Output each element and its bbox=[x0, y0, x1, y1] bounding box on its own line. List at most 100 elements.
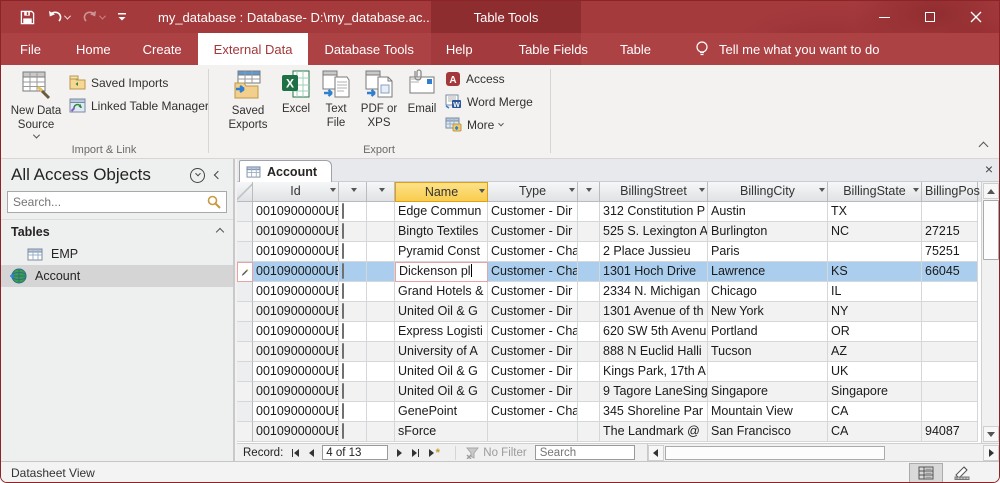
cell-blank1[interactable] bbox=[367, 222, 395, 242]
table-row[interactable]: 0010900000UB: United Oil & G Customer - … bbox=[237, 362, 981, 382]
cell-checkbox[interactable] bbox=[339, 242, 367, 262]
row-selector[interactable] bbox=[237, 322, 253, 342]
table-row[interactable]: 0010900000UB: Edge Commun Customer - Dir… bbox=[237, 202, 981, 222]
cell-billingcity[interactable]: Singapore bbox=[708, 382, 828, 402]
cell-name[interactable]: United Oil & G bbox=[395, 362, 488, 382]
cell-blank1[interactable] bbox=[367, 242, 395, 262]
scroll-left-button[interactable] bbox=[647, 444, 664, 461]
column-header-blank1[interactable] bbox=[367, 182, 395, 202]
cell-blank1[interactable] bbox=[367, 402, 395, 422]
tell-me-box[interactable]: Tell me what you want to do bbox=[695, 33, 879, 65]
cell-billingcity[interactable]: Burlington bbox=[708, 222, 828, 242]
vertical-scrollbar[interactable] bbox=[981, 182, 999, 443]
new-record-button[interactable]: * bbox=[423, 446, 445, 460]
nav-pane-menu-button[interactable] bbox=[190, 167, 205, 183]
cell-name[interactable]: Grand Hotels & bbox=[395, 282, 488, 302]
cell-checkbox[interactable] bbox=[339, 262, 367, 282]
cell-name[interactable]: sForce bbox=[395, 422, 488, 442]
row-selector[interactable] bbox=[237, 342, 253, 362]
cell-billingstreet[interactable]: 2 Place Jussieu bbox=[600, 242, 708, 262]
cell-id[interactable]: 0010900000UB: bbox=[253, 222, 339, 242]
row-selector[interactable] bbox=[237, 302, 253, 322]
table-row[interactable]: 0010900000UB: Dickenson pl Customer - Ch… bbox=[237, 262, 981, 282]
table-row[interactable]: 0010900000UB: United Oil & G Customer - … bbox=[237, 302, 981, 322]
column-header-type[interactable]: Type bbox=[488, 182, 578, 202]
first-record-button[interactable] bbox=[287, 446, 303, 460]
cell-id[interactable]: 0010900000UB: bbox=[253, 342, 339, 362]
cell-blank2[interactable] bbox=[578, 362, 600, 382]
horizontal-scroll-thumb[interactable] bbox=[664, 445, 885, 460]
more-export-button[interactable]: More bbox=[445, 117, 505, 132]
cell-blank2[interactable] bbox=[578, 222, 600, 242]
table-row[interactable]: 0010900000UB: Grand Hotels & Customer - … bbox=[237, 282, 981, 302]
cell-blank1[interactable] bbox=[367, 362, 395, 382]
close-button[interactable] bbox=[953, 1, 999, 33]
cell-billingcity[interactable] bbox=[708, 362, 828, 382]
cell-billingcity[interactable]: Tucson bbox=[708, 342, 828, 362]
cell-name[interactable]: University of A bbox=[395, 342, 488, 362]
cell-billingpostal[interactable] bbox=[922, 282, 978, 302]
cell-blank1[interactable] bbox=[367, 282, 395, 302]
shutter-bar-close-button[interactable] bbox=[213, 170, 223, 180]
cell-checkbox[interactable] bbox=[339, 422, 367, 442]
tab-database-tools[interactable]: Database Tools bbox=[308, 33, 429, 65]
cell-blank1[interactable] bbox=[367, 422, 395, 442]
cell-type[interactable]: Customer - Dir bbox=[488, 362, 578, 382]
cell-type[interactable]: Customer - Dir bbox=[488, 342, 578, 362]
table-row[interactable]: 0010900000UB: Bingto Textiles Customer -… bbox=[237, 222, 981, 242]
cell-billingstreet[interactable]: 620 SW 5th Avenu bbox=[600, 322, 708, 342]
cell-billingcity[interactable]: New York bbox=[708, 302, 828, 322]
tab-table-fields[interactable]: Table Fields bbox=[503, 33, 604, 65]
column-header-id[interactable]: Id bbox=[253, 182, 339, 202]
tab-table[interactable]: Table bbox=[604, 33, 667, 65]
cell-blank2[interactable] bbox=[578, 262, 600, 282]
cell-billingstreet[interactable]: 1301 Hoch Drive bbox=[600, 262, 708, 282]
cell-billingcity[interactable]: Portland bbox=[708, 322, 828, 342]
last-record-button[interactable] bbox=[407, 446, 423, 460]
cell-checkbox[interactable] bbox=[339, 282, 367, 302]
cell-billingstate[interactable]: Singapore bbox=[828, 382, 922, 402]
table-row[interactable]: 0010900000UB: GenePoint Customer - Cha 3… bbox=[237, 402, 981, 422]
cell-billingstate[interactable]: KS bbox=[828, 262, 922, 282]
cell-billingstreet[interactable]: 345 Shoreline Par bbox=[600, 402, 708, 422]
sidebar-item-emp[interactable]: EMP bbox=[1, 243, 233, 265]
cell-blank1[interactable] bbox=[367, 342, 395, 362]
cell-billingpostal[interactable]: 75251 bbox=[922, 242, 978, 262]
cell-billingstreet[interactable]: 2334 N. Michigan bbox=[600, 282, 708, 302]
cell-billingstate[interactable] bbox=[828, 242, 922, 262]
new-data-source-button[interactable]: New Data Source bbox=[7, 69, 65, 139]
column-header-name[interactable]: Name bbox=[395, 182, 488, 202]
cell-billingpostal[interactable] bbox=[922, 382, 978, 402]
column-header-blank2[interactable] bbox=[578, 182, 600, 202]
cell-blank1[interactable] bbox=[367, 302, 395, 322]
cell-checkbox[interactable] bbox=[339, 202, 367, 222]
cell-billingpostal[interactable] bbox=[922, 202, 978, 222]
cell-type[interactable]: Customer - Dir bbox=[488, 302, 578, 322]
table-row[interactable]: 0010900000UB: University of A Customer -… bbox=[237, 342, 981, 362]
row-selector[interactable] bbox=[237, 422, 253, 442]
table-row[interactable]: 0010900000UB: Pyramid Const Customer - C… bbox=[237, 242, 981, 262]
cell-id[interactable]: 0010900000UB: bbox=[253, 282, 339, 302]
cell-billingpostal[interactable]: 66045 bbox=[922, 262, 978, 282]
cell-type[interactable]: Customer - Cha bbox=[488, 262, 578, 282]
tab-external-data[interactable]: External Data bbox=[197, 33, 309, 65]
next-record-button[interactable] bbox=[391, 446, 407, 460]
cell-type[interactable]: Customer - Cha bbox=[488, 322, 578, 342]
cell-checkbox[interactable] bbox=[339, 222, 367, 242]
cell-type[interactable]: Customer - Dir bbox=[488, 382, 578, 402]
row-selector[interactable] bbox=[237, 382, 253, 402]
horizontal-scrollbar[interactable] bbox=[646, 443, 999, 462]
table-row[interactable]: 0010900000UB: Express Logisti Customer -… bbox=[237, 322, 981, 342]
cell-billingstreet[interactable]: Kings Park, 17th A bbox=[600, 362, 708, 382]
cell-blank1[interactable] bbox=[367, 202, 395, 222]
scroll-right-button[interactable] bbox=[983, 444, 999, 461]
cell-billingstate[interactable]: NC bbox=[828, 222, 922, 242]
cell-id[interactable]: 0010900000UB: bbox=[253, 422, 339, 442]
excel-button[interactable]: X Excel bbox=[275, 69, 317, 116]
previous-record-button[interactable] bbox=[303, 446, 319, 460]
cell-billingpostal[interactable]: 94087 bbox=[922, 422, 978, 442]
cell-billingpostal[interactable] bbox=[922, 322, 978, 342]
column-header-billingpostal[interactable]: BillingPos bbox=[922, 182, 980, 202]
cell-billingpostal[interactable] bbox=[922, 342, 978, 362]
record-search-input[interactable] bbox=[534, 445, 635, 460]
